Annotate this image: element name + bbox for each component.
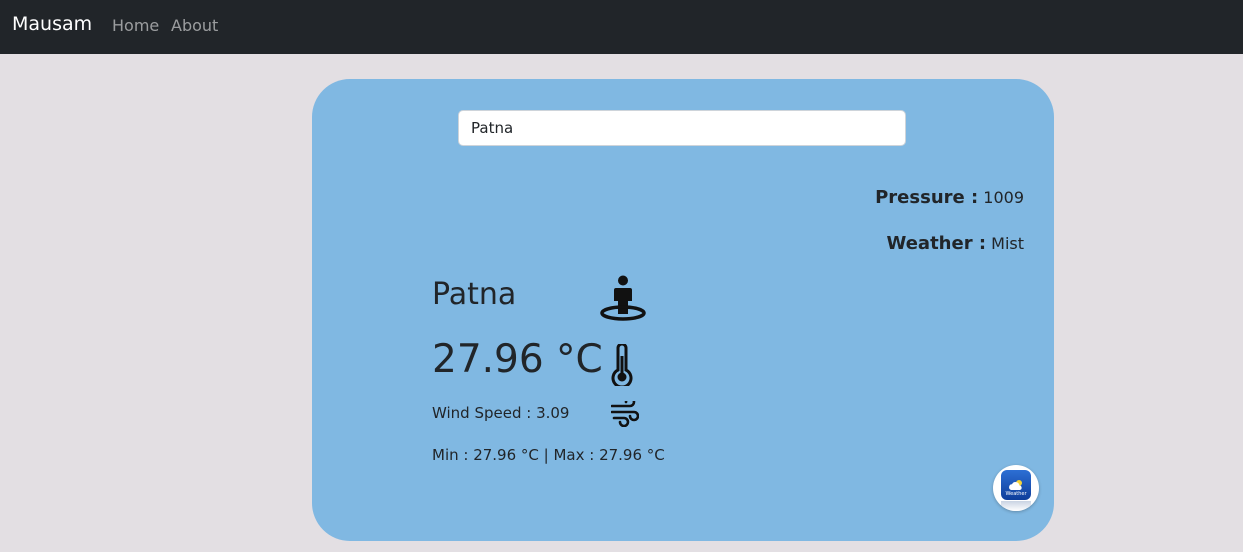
pressure-label: Pressure : <box>875 187 979 208</box>
nav-about-link[interactable]: About <box>171 16 218 35</box>
navbar: Mausam Home About <box>0 0 1243 54</box>
weather-app-label: Weather <box>1005 491 1027 497</box>
weather-app-tile: Weather <box>1001 470 1031 500</box>
weather-row: Weather : Mist <box>887 233 1025 254</box>
pressure-row: Pressure : 1009 <box>875 187 1024 208</box>
city-name: Patna <box>432 277 517 312</box>
city-search-input[interactable] <box>458 110 906 146</box>
weather-label: Weather : <box>886 233 987 254</box>
min-max-temperature: Min : 27.96 °C | Max : 27.96 °C <box>432 446 665 464</box>
nav-home-link[interactable]: Home <box>112 16 159 35</box>
pressure-value: 1009 <box>983 188 1024 207</box>
person-location-icon <box>599 274 647 322</box>
weather-app-reflection <box>1001 501 1031 511</box>
brand-link[interactable]: Mausam <box>12 13 92 35</box>
wind-icon <box>611 401 639 427</box>
temperature: 27.96 °C <box>432 337 603 382</box>
wind-speed: Wind Speed : 3.09 <box>432 404 570 422</box>
weather-value: Mist <box>991 234 1024 253</box>
thermometer-icon <box>609 344 635 386</box>
weather-app-icon[interactable]: Weather <box>993 465 1039 511</box>
weather-card: Pressure : 1009 Weather : Mist Patna 27.… <box>312 79 1054 541</box>
